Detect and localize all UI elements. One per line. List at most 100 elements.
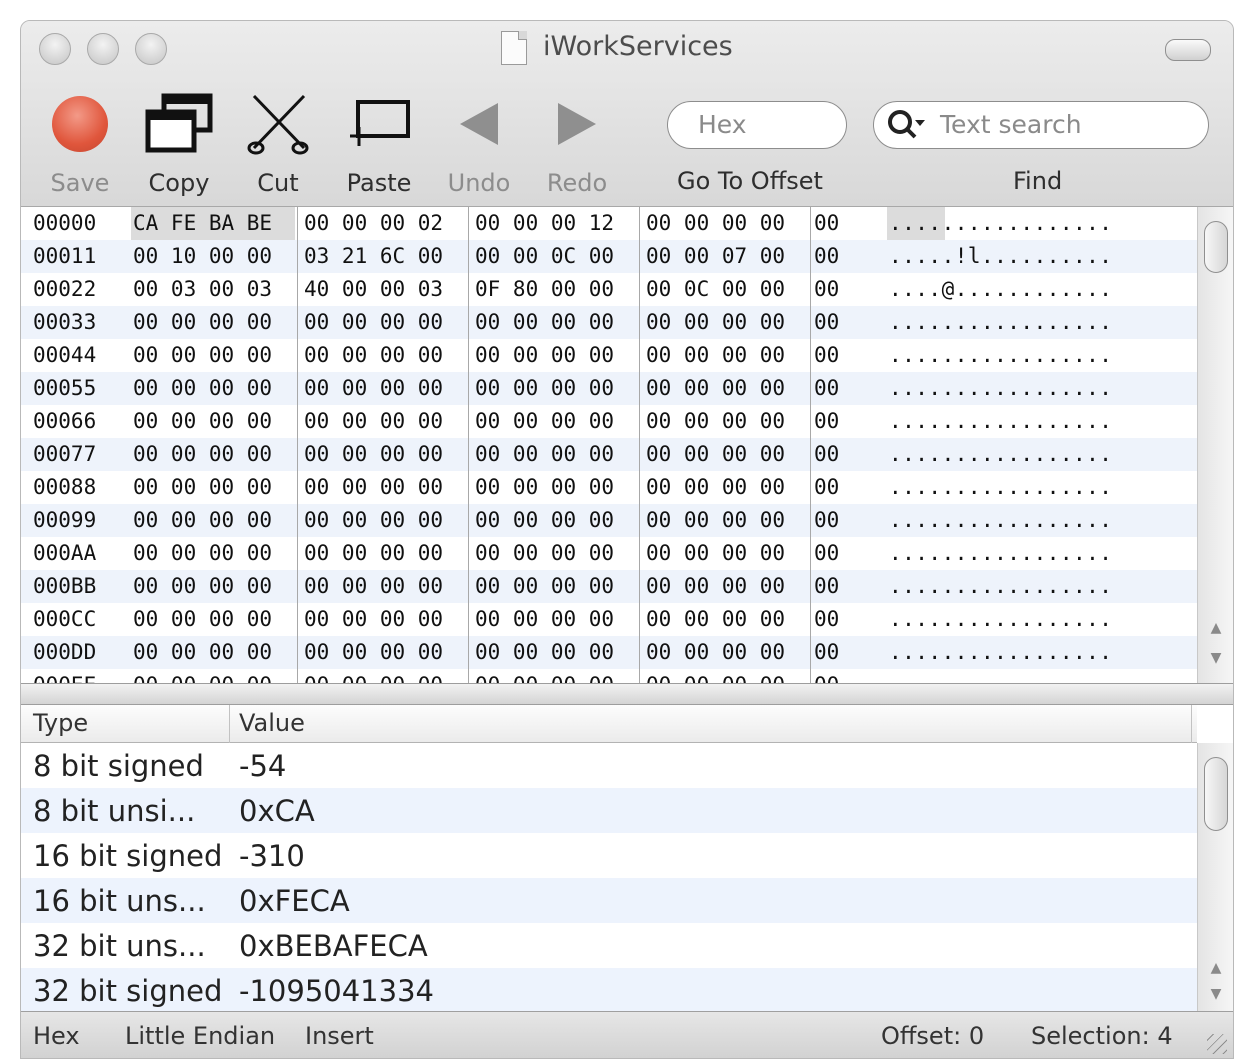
hex-bytes[interactable]: 00 00 00 00 <box>304 475 443 499</box>
table-row[interactable]: 8 bit signed -54 <box>21 743 1197 788</box>
hex-row[interactable]: 00055 00 00 00 00 00 00 00 00 00 00 00 00 00… <box>21 372 1197 405</box>
hex-bytes[interactable]: 00 00 00 00 <box>133 376 272 400</box>
redo-button[interactable]: Redo <box>539 89 615 197</box>
status-mode[interactable]: Hex <box>33 1022 80 1050</box>
hex-bytes[interactable]: 00 <box>814 211 839 235</box>
hex-bytes[interactable]: 00 00 00 00 <box>133 640 272 664</box>
hex-bytes[interactable]: 00 00 00 00 <box>475 442 614 466</box>
hex-bytes[interactable]: 00 <box>814 607 839 631</box>
hex-bytes[interactable]: 00 00 00 00 <box>646 409 785 433</box>
hex-bytes[interactable]: 00 <box>814 508 839 532</box>
undo-button[interactable]: Undo <box>441 89 517 197</box>
copy-button[interactable]: Copy <box>139 89 219 197</box>
hex-ascii[interactable]: ................. <box>889 541 1112 565</box>
hex-bytes[interactable]: 00 00 00 00 <box>133 673 272 683</box>
hex-bytes[interactable]: 00 00 00 00 <box>133 508 272 532</box>
hex-scroll-thumb[interactable] <box>1204 221 1228 273</box>
hex-bytes[interactable]: 00 00 00 00 <box>475 475 614 499</box>
hex-bytes[interactable]: 00 00 00 00 <box>304 442 443 466</box>
table-scrollbar[interactable]: ▲ ▼ <box>1197 743 1233 1011</box>
hex-bytes[interactable]: 00 00 00 00 <box>475 574 614 598</box>
scroll-down-arrow-icon[interactable]: ▼ <box>1206 983 1226 1005</box>
hex-bytes[interactable]: 00 00 00 00 <box>133 409 272 433</box>
hex-scrollbar[interactable]: ▲ ▼ <box>1197 207 1233 683</box>
hex-ascii[interactable]: ....@............ <box>889 277 1112 301</box>
hex-ascii[interactable]: ................. <box>889 475 1112 499</box>
table-row[interactable]: 8 bit unsi... 0xCA <box>21 788 1197 833</box>
hex-row[interactable]: 00044 00 00 00 00 00 00 00 00 00 00 00 00 00… <box>21 339 1197 372</box>
save-button[interactable]: Save <box>47 89 113 197</box>
hex-ascii[interactable]: ................. <box>889 640 1112 664</box>
hex-bytes[interactable]: 00 00 0C 00 <box>475 244 614 268</box>
hex-row[interactable]: 00033 00 00 00 00 00 00 00 00 00 00 00 00 00… <box>21 306 1197 339</box>
hex-ascii[interactable]: ................. <box>889 673 1112 683</box>
table-row[interactable]: 16 bit signed -310 <box>21 833 1197 878</box>
minimize-window-button[interactable] <box>87 33 119 65</box>
scroll-up-arrow-icon[interactable]: ▲ <box>1206 957 1226 979</box>
hex-bytes[interactable]: 00 <box>814 310 839 334</box>
hex-ascii[interactable]: ................. <box>889 442 1112 466</box>
hex-bytes[interactable]: 40 00 00 03 <box>304 277 443 301</box>
table-row[interactable]: 16 bit uns... 0xFECA <box>21 878 1197 923</box>
hex-bytes[interactable]: 00 00 00 00 <box>475 310 614 334</box>
hex-bytes[interactable]: 00 <box>814 277 839 301</box>
hex-bytes[interactable]: 00 00 00 00 <box>304 574 443 598</box>
hex-bytes[interactable]: 00 <box>814 541 839 565</box>
value-column-header[interactable]: Value <box>239 709 305 737</box>
scroll-down-arrow-icon[interactable]: ▼ <box>1206 647 1226 669</box>
hex-bytes[interactable]: 00 <box>814 376 839 400</box>
split-view-divider[interactable] <box>21 683 1233 705</box>
hex-row[interactable]: 00000 CA FE BA BE 00 00 00 02 00 00 00 12 00… <box>21 207 1197 240</box>
cut-button[interactable]: Cut <box>245 89 311 197</box>
status-endian[interactable]: Little Endian <box>125 1022 275 1050</box>
search-icon[interactable] <box>884 102 928 148</box>
hex-bytes[interactable]: 00 00 00 02 <box>304 211 443 235</box>
hex-bytes[interactable]: 00 00 00 00 <box>133 475 272 499</box>
hex-ascii[interactable]: ................. <box>889 574 1112 598</box>
hex-bytes[interactable]: 00 00 00 00 <box>646 475 785 499</box>
hex-bytes[interactable]: 00 03 00 03 <box>133 277 272 301</box>
hex-bytes[interactable]: 00 00 00 12 <box>475 211 614 235</box>
hex-bytes[interactable]: 00 00 00 00 <box>304 607 443 631</box>
hex-ascii[interactable]: ................. <box>889 310 1112 334</box>
hex-row[interactable]: 00011 00 10 00 00 03 21 6C 00 00 00 0C 00 00… <box>21 240 1197 273</box>
hex-ascii[interactable]: ................. <box>889 607 1112 631</box>
hex-row[interactable]: 000BB 00 00 00 00 00 00 00 00 00 00 00 00 00… <box>21 570 1197 603</box>
hex-bytes[interactable]: 00 <box>814 574 839 598</box>
hex-bytes[interactable]: 00 10 00 00 <box>133 244 272 268</box>
hex-bytes[interactable]: 00 <box>814 442 839 466</box>
hex-bytes[interactable]: 00 00 00 00 <box>475 640 614 664</box>
hex-offset-input[interactable]: Hex <box>667 101 847 149</box>
hex-bytes[interactable]: 00 00 00 00 <box>646 541 785 565</box>
hex-bytes[interactable]: 00 00 00 00 <box>646 607 785 631</box>
hex-row[interactable]: 00077 00 00 00 00 00 00 00 00 00 00 00 00 00… <box>21 438 1197 471</box>
hex-ascii[interactable]: ................. <box>889 376 1112 400</box>
hex-bytes[interactable]: 00 00 00 00 <box>475 607 614 631</box>
hex-bytes[interactable]: 00 00 00 00 <box>646 343 785 367</box>
hex-bytes[interactable]: 00 <box>814 475 839 499</box>
hex-bytes[interactable]: 00 00 00 00 <box>133 541 272 565</box>
hex-bytes[interactable]: 00 <box>814 409 839 433</box>
table-row[interactable]: 32 bit signed -1095041334 <box>21 968 1197 1013</box>
hex-bytes[interactable]: 00 00 00 00 <box>304 541 443 565</box>
hex-bytes[interactable]: 00 00 00 00 <box>304 640 443 664</box>
paste-button[interactable]: Paste <box>341 89 417 197</box>
hex-ascii[interactable]: ................. <box>889 343 1112 367</box>
hex-row[interactable]: 000AA 00 00 00 00 00 00 00 00 00 00 00 00 00… <box>21 537 1197 570</box>
hex-row[interactable]: 00088 00 00 00 00 00 00 00 00 00 00 00 00 00… <box>21 471 1197 504</box>
hex-bytes[interactable]: 00 00 00 00 <box>475 508 614 532</box>
hex-bytes[interactable]: 00 00 00 00 <box>475 343 614 367</box>
hex-bytes[interactable]: 00 00 00 00 <box>133 310 272 334</box>
hex-bytes[interactable]: 00 <box>814 673 839 683</box>
hex-bytes[interactable]: 00 <box>814 640 839 664</box>
hex-bytes[interactable]: 00 00 00 00 <box>304 673 443 683</box>
table-scroll-thumb[interactable] <box>1204 757 1228 831</box>
hex-bytes[interactable]: 00 00 00 00 <box>475 541 614 565</box>
zoom-window-button[interactable] <box>135 33 167 65</box>
hex-bytes[interactable]: 00 00 00 00 <box>646 508 785 532</box>
hex-bytes[interactable]: 00 <box>814 244 839 268</box>
hex-ascii[interactable]: .....!l.......... <box>889 244 1112 268</box>
text-search-input[interactable]: Text search <box>873 101 1209 149</box>
hex-bytes[interactable]: 00 00 00 00 <box>133 343 272 367</box>
hex-bytes[interactable]: 00 00 00 00 <box>133 574 272 598</box>
